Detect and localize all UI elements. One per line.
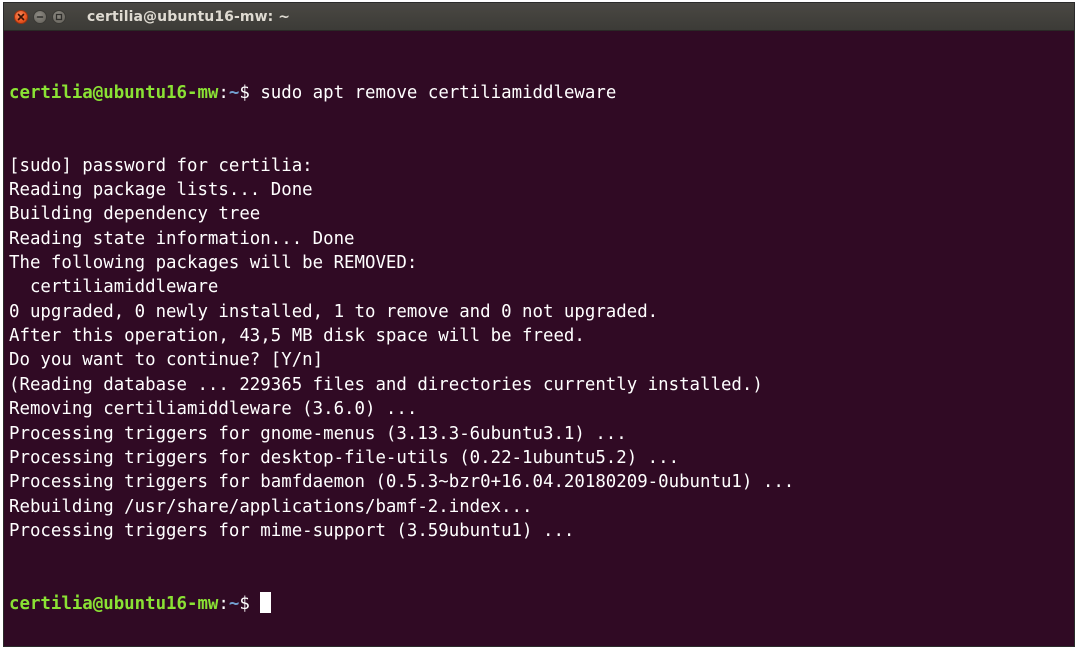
output-line: (Reading database ... 229365 files and d… xyxy=(9,374,763,395)
prompt-symbol: $ xyxy=(239,82,261,103)
output-line: Processing triggers for bamfdaemon (0.5.… xyxy=(9,472,795,493)
minimize-icon xyxy=(36,15,44,18)
output-line: 0 upgraded, 0 newly installed, 1 to remo… xyxy=(9,301,659,322)
prompt-path: ~ xyxy=(228,593,240,614)
maximize-button[interactable] xyxy=(52,9,66,24)
close-icon xyxy=(17,13,25,20)
output-line: Do you want to continue? [Y/n] xyxy=(9,350,324,371)
title-bar[interactable]: certilia@ubuntu16-mw: ~ xyxy=(4,3,1074,31)
output-line: Reading package lists... Done xyxy=(9,180,313,201)
output-line: Reading state information... Done xyxy=(9,228,355,249)
close-button[interactable] xyxy=(14,9,28,24)
output-line: The following packages will be REMOVED: xyxy=(9,253,418,274)
output-line: Building dependency tree xyxy=(9,204,261,225)
minimize-button[interactable] xyxy=(33,9,47,24)
output-line: certiliamiddleware xyxy=(9,277,219,298)
output-lines: [sudo] password for certilia: Reading pac… xyxy=(9,154,1074,544)
output-line: Processing triggers for mime-support (3.… xyxy=(9,520,575,541)
output-line: Rebuilding /usr/share/applications/bamf-… xyxy=(9,496,533,517)
prompt-line: certilia@ubuntu16-mw:~$ sudo apt remove … xyxy=(9,81,1074,105)
window-title: certilia@ubuntu16-mw: ~ xyxy=(87,8,291,25)
output-line: [sudo] password for certilia: xyxy=(9,155,313,176)
prompt-path: ~ xyxy=(228,82,240,103)
output-line: After this operation, 43,5 MB disk space… xyxy=(9,326,585,347)
prompt-user-host: certilia@ubuntu16-mw xyxy=(9,82,219,103)
output-line: Processing triggers for desktop-file-uti… xyxy=(9,447,680,468)
prompt-separator: : xyxy=(218,82,229,103)
terminal-window: certilia@ubuntu16-mw: ~ certilia@ubuntu1… xyxy=(3,2,1075,647)
command-text: sudo apt remove certiliamiddleware xyxy=(260,82,617,103)
output-line: Removing certiliamiddleware (3.6.0) ... xyxy=(9,399,418,420)
prompt-symbol: $ xyxy=(239,593,261,614)
terminal-output[interactable]: certilia@ubuntu16-mw:~$ sudo apt remove … xyxy=(4,31,1074,646)
maximize-icon xyxy=(55,13,63,20)
prompt-separator: : xyxy=(218,593,229,614)
prompt-user-host: certilia@ubuntu16-mw xyxy=(9,593,219,614)
output-line: Processing triggers for gnome-menus (3.1… xyxy=(9,423,627,444)
prompt-line: certilia@ubuntu16-mw:~$ xyxy=(9,591,1074,616)
text-cursor xyxy=(260,591,272,613)
